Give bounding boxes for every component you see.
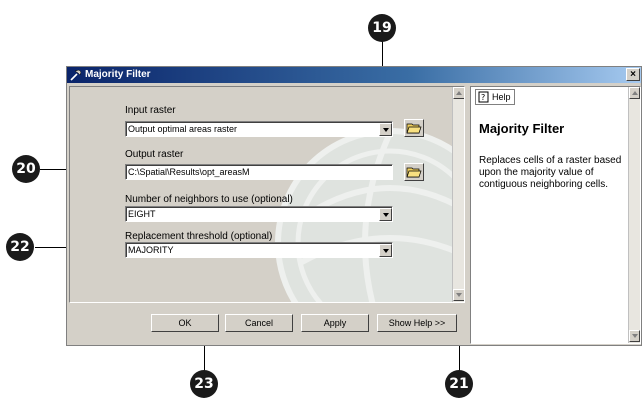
neighbors-label: Number of neighbors to use (optional) xyxy=(125,194,293,205)
cancel-button[interactable]: Cancel xyxy=(225,314,293,332)
help-tab-label: Help xyxy=(492,92,511,102)
title-bar: Majority Filter × xyxy=(67,67,641,83)
help-scroll-down-icon[interactable] xyxy=(629,330,640,342)
callout-23: 23 xyxy=(190,370,218,398)
close-button[interactable]: × xyxy=(626,68,640,81)
tool-pane-scrollbar[interactable] xyxy=(452,87,464,302)
input-raster-browse-button[interactable] xyxy=(404,119,424,137)
apply-button[interactable]: Apply xyxy=(301,314,369,332)
help-pane: ? Help Majority Filter Replaces cells of… xyxy=(470,86,641,344)
help-scroll-up-icon[interactable] xyxy=(629,87,640,99)
input-raster-label: Input raster xyxy=(125,105,176,116)
tool-parameters-pane: Input raster Output optimal areas raster… xyxy=(69,86,465,303)
open-folder-icon xyxy=(406,123,422,134)
help-body: Replaces cells of a raster based upon th… xyxy=(479,155,622,190)
neighbors-dropdown-icon[interactable] xyxy=(379,208,392,221)
help-pane-scrollbar[interactable] xyxy=(628,87,640,343)
help-tab[interactable]: ? Help xyxy=(475,89,515,105)
input-raster-select[interactable]: Output optimal areas raster xyxy=(125,121,393,137)
open-folder-icon xyxy=(406,167,422,178)
callout-22: 22 xyxy=(6,233,34,261)
input-raster-dropdown-icon[interactable] xyxy=(379,123,392,136)
output-raster-field[interactable]: C:\Spatial\Results\opt_areasM xyxy=(125,164,393,180)
help-title: Majority Filter xyxy=(479,121,565,136)
callout-21: 21 xyxy=(445,370,473,398)
threshold-select[interactable]: MAJORITY xyxy=(125,242,393,258)
majority-filter-dialog: Majority Filter × Input raster Output op… xyxy=(66,66,642,346)
threshold-dropdown-icon[interactable] xyxy=(379,244,392,257)
svg-text:?: ? xyxy=(481,93,485,102)
hammer-tool-icon xyxy=(70,69,82,81)
window-title: Majority Filter xyxy=(85,69,151,80)
output-raster-browse-button[interactable] xyxy=(404,163,424,181)
help-book-icon: ? xyxy=(478,91,489,103)
scroll-down-icon[interactable] xyxy=(453,289,464,301)
threshold-label: Replacement threshold (optional) xyxy=(125,231,273,242)
ok-button[interactable]: OK xyxy=(151,314,219,332)
show-help-button[interactable]: Show Help >> xyxy=(377,314,457,332)
scroll-up-icon[interactable] xyxy=(453,87,464,99)
output-raster-label: Output raster xyxy=(125,149,184,160)
callout-19: 19 xyxy=(368,14,396,42)
callout-20: 20 xyxy=(12,155,40,183)
neighbors-select[interactable]: EIGHT xyxy=(125,206,393,222)
